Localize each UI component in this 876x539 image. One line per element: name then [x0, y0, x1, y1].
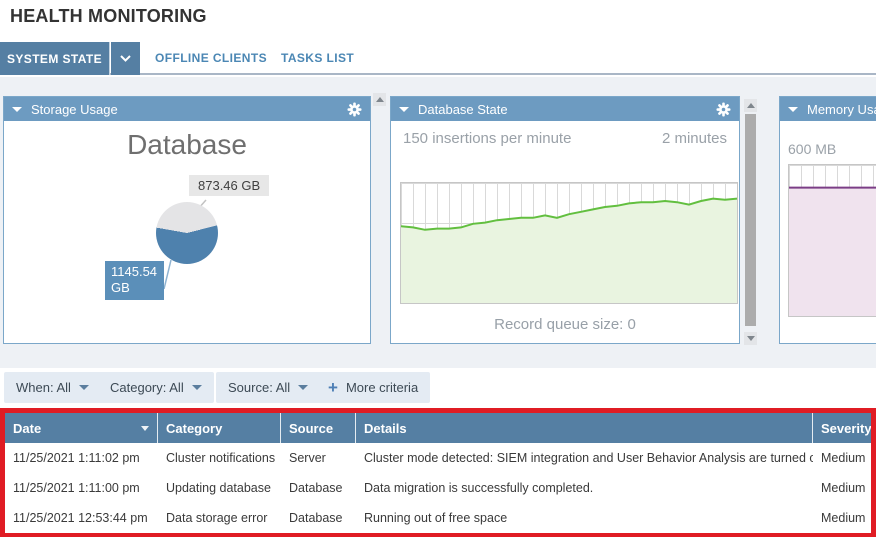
- more-criteria-label: More criteria: [346, 380, 418, 395]
- arrow-up-icon: [747, 103, 755, 108]
- insertions-area-chart: [400, 182, 738, 304]
- scroll-up-button[interactable]: [373, 93, 386, 106]
- cell-source: Database: [281, 511, 356, 525]
- chevron-down-icon: [120, 55, 131, 62]
- record-queue-label: Record queue size: 0: [391, 316, 739, 333]
- plus-icon: +: [328, 379, 338, 396]
- tab-system-state[interactable]: SYSTEM STATE: [0, 42, 110, 75]
- gear-icon[interactable]: [716, 102, 731, 117]
- memory-usage-panel-header[interactable]: Memory Usage: [780, 97, 876, 121]
- tab-system-state-dropdown[interactable]: [111, 42, 140, 75]
- column-header-date-label: Date: [13, 421, 41, 436]
- table-row[interactable]: 11/25/2021 12:53:44 pm Data storage erro…: [5, 503, 871, 533]
- cell-date: 11/25/2021 1:11:02 pm: [5, 451, 158, 465]
- memory-usage-panel: Memory Usage 600 MB: [779, 96, 876, 344]
- table-row[interactable]: 11/25/2021 1:11:02 pm Cluster notificati…: [5, 443, 871, 473]
- cell-source: Database: [281, 481, 356, 495]
- column-header-category[interactable]: Category: [158, 413, 281, 443]
- tab-bar: SYSTEM STATE OFFLINE CLIENTS TASKS LIST: [0, 42, 876, 75]
- column-header-date[interactable]: Date: [5, 413, 158, 443]
- cell-category: Updating database: [158, 481, 281, 495]
- storage-usage-panel-title: Storage Usage: [31, 102, 118, 117]
- table-row[interactable]: 11/25/2021 1:11:00 pm Updating database …: [5, 473, 871, 503]
- panel-scrollbar[interactable]: [744, 99, 757, 345]
- dropdown-caret-icon: [192, 385, 202, 390]
- table-header-row: Date Category Source Details Severity: [5, 413, 871, 443]
- storage-usage-panel: Storage Usage Database 873.4: [3, 96, 371, 344]
- filter-category-label: Category: All: [110, 380, 184, 395]
- cell-source: Server: [281, 451, 356, 465]
- filter-when-dropdown[interactable]: When: All: [4, 372, 101, 403]
- storage-chart-title: Database: [4, 129, 370, 161]
- cell-date: 11/25/2021 1:11:00 pm: [5, 481, 158, 495]
- scroll-up-button[interactable]: [744, 99, 757, 112]
- collapse-triangle-icon[interactable]: [399, 107, 409, 112]
- tab-offline-clients[interactable]: OFFLINE CLIENTS: [155, 42, 267, 75]
- tab-system-state-label: SYSTEM STATE: [7, 52, 102, 66]
- sort-descending-icon: [141, 426, 149, 431]
- more-criteria-button[interactable]: + More criteria: [316, 372, 430, 403]
- database-chart-annotations: 150 insertions per minute 2 minutes: [403, 130, 727, 147]
- memory-area-fill: [789, 188, 876, 316]
- storage-pie-chart[interactable]: [156, 202, 218, 264]
- cell-severity: Medium: [813, 451, 871, 465]
- time-window-label: 2 minutes: [662, 130, 727, 147]
- cell-details: Data migration is successfully completed…: [356, 481, 813, 495]
- filter-source-label: Source: All: [228, 380, 290, 395]
- memory-max-label: 600 MB: [788, 141, 836, 157]
- cell-category: Cluster notifications: [158, 451, 281, 465]
- cell-details: Running out of free space: [356, 511, 813, 525]
- health-monitoring-page: HEALTH MONITORING SYSTEM STATE OFFLINE C…: [0, 0, 876, 539]
- filter-source-dropdown[interactable]: Source: All: [216, 372, 320, 403]
- page-title: HEALTH MONITORING: [10, 6, 207, 27]
- cell-severity: Medium: [813, 511, 871, 525]
- storage-usage-panel-header[interactable]: Storage Usage: [4, 97, 370, 121]
- collapse-triangle-icon[interactable]: [12, 107, 22, 112]
- insertions-rate-label: 150 insertions per minute: [403, 130, 571, 147]
- cell-date: 11/25/2021 12:53:44 pm: [5, 511, 158, 525]
- column-header-severity[interactable]: Severity: [813, 413, 871, 443]
- pie-label-used: 1145.54 GB: [105, 261, 164, 300]
- pie-label-free: 873.46 GB: [189, 175, 269, 196]
- scrollbar-thumb[interactable]: [745, 114, 756, 326]
- column-header-details[interactable]: Details: [356, 413, 813, 443]
- dropdown-caret-icon: [298, 385, 308, 390]
- events-table: Date Category Source Details Severity 11…: [0, 408, 876, 537]
- memory-usage-panel-title: Memory Usage: [807, 102, 876, 117]
- column-header-source[interactable]: Source: [281, 413, 356, 443]
- filter-when-label: When: All: [16, 380, 71, 395]
- arrow-down-icon: [747, 336, 755, 341]
- gear-icon[interactable]: [347, 102, 362, 117]
- cell-details: Cluster mode detected: SIEM integration …: [356, 451, 813, 465]
- scroll-down-button[interactable]: [744, 332, 757, 345]
- database-state-panel-title: Database State: [418, 102, 508, 117]
- database-state-panel-header[interactable]: Database State: [391, 97, 739, 121]
- database-state-panel: Database State 150 insertions per minute…: [390, 96, 740, 344]
- collapse-triangle-icon[interactable]: [788, 107, 798, 112]
- filter-category-dropdown[interactable]: Category: All: [98, 372, 214, 403]
- cell-severity: Medium: [813, 481, 871, 495]
- arrow-up-icon: [376, 97, 384, 102]
- dropdown-caret-icon: [79, 385, 89, 390]
- memory-area-chart: [788, 164, 876, 317]
- cell-category: Data storage error: [158, 511, 281, 525]
- tab-tasks-list[interactable]: TASKS LIST: [281, 42, 354, 75]
